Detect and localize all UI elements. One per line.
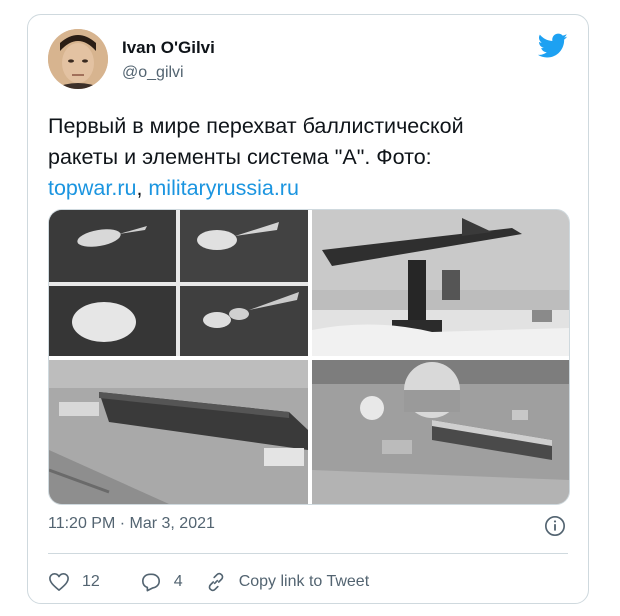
link-topwar[interactable]: topwar.ru — [48, 176, 136, 200]
photo-interception-frames[interactable] — [49, 210, 308, 356]
like-count: 12 — [82, 573, 100, 590]
reply-button[interactable]: 4 — [140, 572, 183, 592]
twitter-bird-icon[interactable] — [538, 33, 568, 59]
link-icon — [208, 572, 224, 592]
author-name[interactable]: Ivan O'Gilvi — [122, 38, 215, 58]
tweet-actions: 12 4 Copy link to Tweet — [48, 570, 391, 594]
link-militaryrussia[interactable]: militaryrussia.ru — [148, 176, 299, 200]
info-icon[interactable] — [544, 515, 566, 537]
reply-count: 4 — [173, 573, 183, 590]
photo-rocket-launcher[interactable] — [312, 210, 569, 356]
avatar-image — [48, 29, 108, 89]
author-handle[interactable]: @o_gilvi — [122, 64, 184, 82]
tweet-media[interactable] — [48, 209, 570, 505]
avatar[interactable] — [48, 29, 108, 89]
tweet-card[interactable]: Ivan O'Gilvi @o_gilvi Первый в мире пере… — [27, 14, 589, 604]
tweet-text-line2: ракеты и элементы система "А". Фото: — [48, 145, 432, 169]
heart-icon — [49, 573, 69, 591]
photo-radar-complex[interactable] — [312, 360, 569, 504]
tweet-text: Первый в мире перехват баллистической ра… — [48, 111, 558, 204]
copy-link-label: Copy link to Tweet — [238, 573, 370, 590]
divider — [48, 553, 568, 554]
tweet-text-line1: Первый в мире перехват баллистической — [48, 114, 464, 138]
link-separator: , — [136, 176, 149, 200]
like-button[interactable]: 12 — [48, 572, 100, 592]
tweet-timestamp[interactable]: 11:20 PM · Mar 3, 2021 — [48, 515, 215, 533]
copy-link-button[interactable]: Copy link to Tweet — [205, 571, 369, 593]
reply-icon — [141, 573, 160, 592]
photo-long-building[interactable] — [49, 360, 308, 504]
